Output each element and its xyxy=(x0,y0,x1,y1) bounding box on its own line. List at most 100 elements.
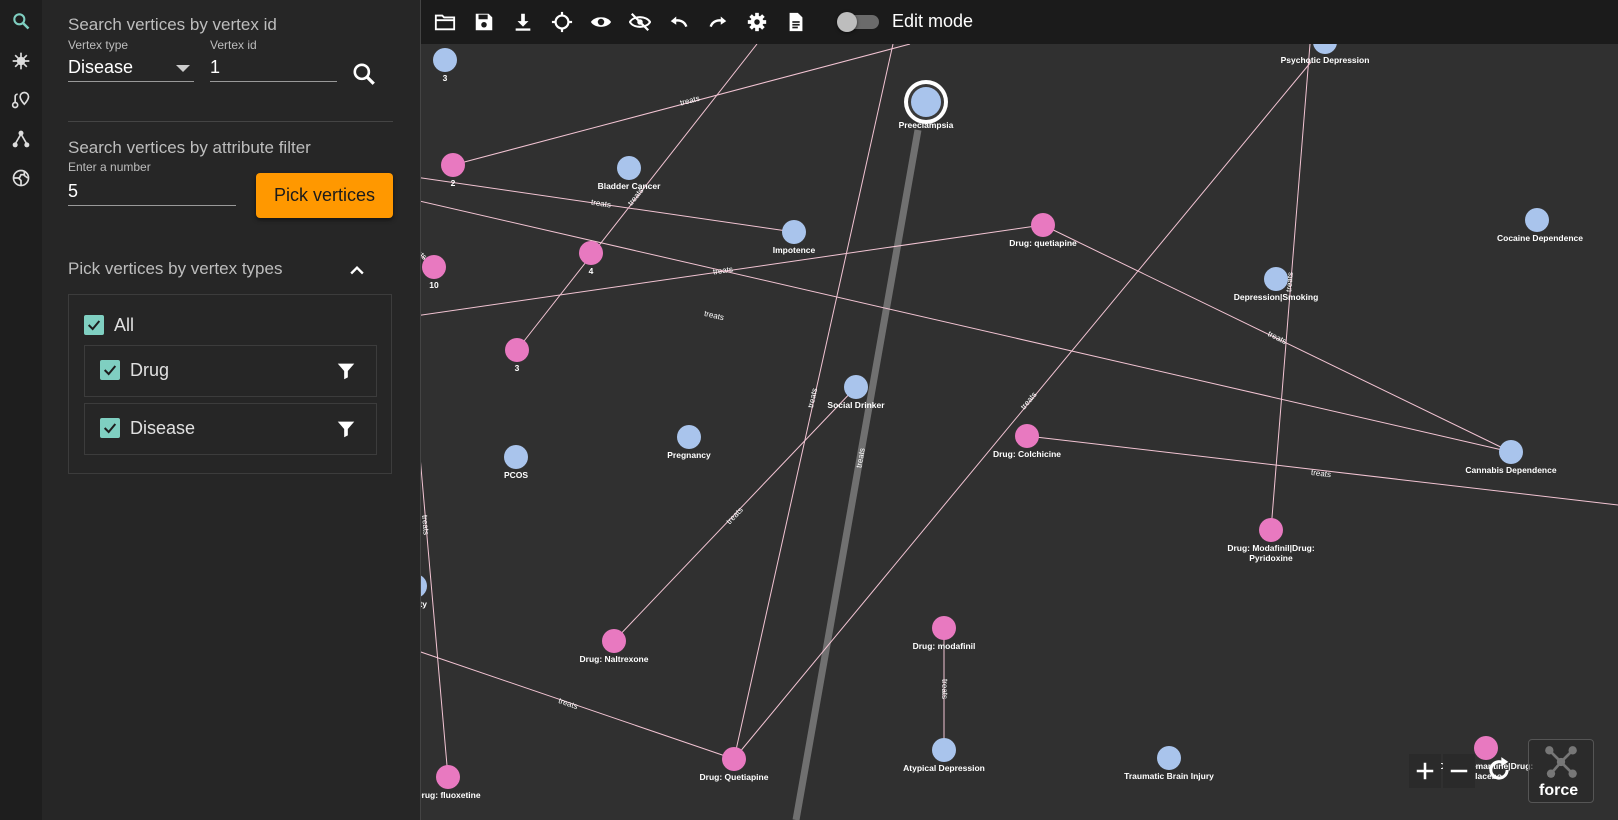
edge-label: treats xyxy=(557,696,579,711)
graph-vertex[interactable] xyxy=(932,738,956,762)
edit-mode-toggle[interactable] xyxy=(837,12,881,32)
graph-vertex[interactable] xyxy=(1157,746,1181,770)
vertex-label: Cannabis Dependence xyxy=(1465,465,1556,475)
graph-vertex[interactable] xyxy=(505,338,529,362)
gear-icon[interactable] xyxy=(745,10,769,34)
vertex-label: 3 xyxy=(443,73,448,83)
check-icon xyxy=(103,423,117,434)
graph-vertex[interactable] xyxy=(436,765,460,789)
graph-vertex[interactable] xyxy=(1015,424,1039,448)
zoom-in-button[interactable] xyxy=(1409,754,1441,788)
graph-vertex[interactable] xyxy=(433,48,457,72)
graph-vertex[interactable] xyxy=(504,445,528,469)
edge-label: treats xyxy=(1019,390,1039,411)
graph-vertex[interactable] xyxy=(422,255,446,279)
vertex-type-value: Disease xyxy=(68,57,134,77)
undo-icon[interactable] xyxy=(667,10,691,34)
vertex-label: Cocaine Dependence xyxy=(1497,233,1583,243)
graph-vertex[interactable] xyxy=(1264,267,1288,291)
graph-vertex[interactable] xyxy=(579,241,603,265)
disease-filter-button[interactable] xyxy=(335,418,357,440)
vertex-label: Atypical Depression xyxy=(903,763,985,773)
vertex-label: Drug: Colchicine xyxy=(993,449,1061,459)
layout-name: force xyxy=(1539,782,1579,799)
filter-icon xyxy=(337,363,355,380)
graph-vertex[interactable] xyxy=(441,153,465,177)
toggle-thumb xyxy=(837,12,857,32)
graph-vertex[interactable] xyxy=(782,220,806,244)
attribute-filter-input[interactable]: 5 xyxy=(68,178,236,206)
graph-vertex[interactable] xyxy=(421,574,427,598)
search-panel: Search vertices by vertex id Vertex type… xyxy=(42,0,421,820)
graph-vertex[interactable] xyxy=(1499,440,1523,464)
vertex-type-label: Vertex type xyxy=(68,38,129,52)
icon-rail xyxy=(0,0,42,820)
graph-vertex[interactable] xyxy=(844,375,868,399)
graph-edge[interactable] xyxy=(421,200,1512,453)
graph-vertex[interactable] xyxy=(932,616,956,640)
locate-icon[interactable] xyxy=(550,10,574,34)
graph-canvas[interactable]: treats treats treats treats treats treats trea… xyxy=(421,44,1618,820)
drug-filter-button[interactable] xyxy=(335,360,357,382)
graph-vertex[interactable] xyxy=(602,629,626,653)
graph-vertex[interactable] xyxy=(911,87,941,117)
route-icon[interactable] xyxy=(0,82,42,118)
vertex-type-row-disease: Disease xyxy=(84,403,377,455)
edge-label: treats xyxy=(1266,329,1288,346)
all-checkbox[interactable] xyxy=(84,315,104,335)
vertex-id-input[interactable]: 1 xyxy=(210,54,337,82)
virus-icon[interactable] xyxy=(0,43,42,79)
graph-edge[interactable] xyxy=(733,61,1312,760)
drug-checkbox[interactable] xyxy=(100,360,120,380)
edge-label: treats xyxy=(679,94,701,108)
graph-vertex[interactable] xyxy=(1031,213,1055,237)
vertex-label: Drug: quetiapine xyxy=(1009,238,1077,248)
edge-label: treats xyxy=(725,505,745,526)
vertex-label: Bladder Cancer xyxy=(598,181,662,191)
zoom-out-button[interactable] xyxy=(1443,754,1475,788)
search-vertex-button[interactable] xyxy=(351,61,377,87)
graph-vertex[interactable] xyxy=(677,425,701,449)
chevron-down-icon xyxy=(176,65,190,72)
graph-vertex[interactable] xyxy=(722,747,746,771)
all-label: All xyxy=(114,315,135,335)
pick-vertices-button[interactable]: Pick vertices xyxy=(256,173,393,218)
document-icon[interactable] xyxy=(784,10,808,34)
reset-view-button[interactable] xyxy=(1485,756,1515,786)
graph-vertex[interactable] xyxy=(1259,518,1283,542)
eye-off-icon[interactable] xyxy=(628,10,652,34)
globe-icon[interactable] xyxy=(0,160,42,196)
vertex-label: 3 xyxy=(515,363,520,373)
disease-checkbox[interactable] xyxy=(100,418,120,438)
plus-icon xyxy=(1416,762,1434,780)
graph-vertex[interactable] xyxy=(1525,208,1549,232)
layout-switch-button[interactable]: force xyxy=(1528,739,1594,803)
save-icon[interactable] xyxy=(472,10,496,34)
vertex-label: Depression|Smoking xyxy=(1234,292,1319,302)
vertex-label: Impotence xyxy=(773,245,816,255)
minus-icon xyxy=(1450,769,1468,773)
disease-label: Disease xyxy=(130,418,196,438)
download-icon[interactable] xyxy=(511,10,535,34)
edge-label: treats xyxy=(703,309,725,322)
edge-label: treats xyxy=(591,198,612,210)
attribute-filter-input-label: Enter a number xyxy=(68,160,151,174)
edge-label: treats xyxy=(806,387,819,408)
graph-edge[interactable] xyxy=(421,330,449,778)
graph-svg[interactable]: treats treats treats treats treats treats trea… xyxy=(421,44,1618,820)
graph-vertex[interactable] xyxy=(617,156,641,180)
vertex-label: Drug: modafinil xyxy=(913,641,976,651)
edge-label: treats xyxy=(854,447,866,468)
search-icon[interactable] xyxy=(0,3,42,39)
edge-label: treats xyxy=(940,679,949,699)
eye-icon[interactable] xyxy=(589,10,613,34)
vertex-label: 4 xyxy=(589,266,594,276)
check-icon xyxy=(103,365,117,376)
vertex-type-select[interactable]: Disease xyxy=(68,54,194,82)
search-icon xyxy=(353,63,375,85)
redo-icon[interactable] xyxy=(706,10,730,34)
collapse-button[interactable] xyxy=(347,261,367,281)
graph-vertex[interactable] xyxy=(1313,44,1337,54)
folder-open-icon[interactable] xyxy=(433,10,457,34)
graph-icon[interactable] xyxy=(0,121,42,157)
